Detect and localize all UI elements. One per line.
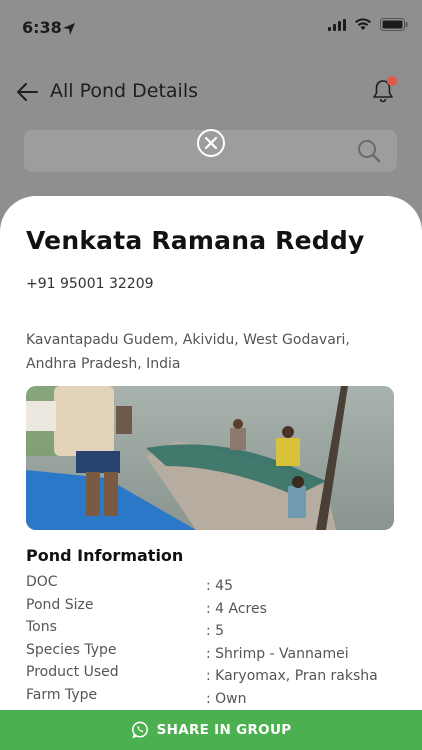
info-value: : Karyomax, Pran raksha — [206, 668, 378, 684]
info-row-species-type: Species Type : Shrimp - Vannamei — [26, 642, 396, 665]
info-label: Species Type — [26, 641, 117, 658]
info-row-pond-size: Pond Size : 4 Acres — [26, 597, 396, 620]
info-label: DOC — [26, 574, 58, 590]
address-line-2: Andhra Pradesh, India — [26, 356, 181, 372]
whatsapp-icon — [131, 721, 148, 739]
search-icon[interactable] — [357, 139, 381, 163]
notification-button[interactable] — [370, 76, 400, 104]
info-label: Pond Size — [26, 596, 94, 613]
owner-phone: +91 95001 32209 — [26, 276, 154, 292]
info-row-doc: DOC : 45 — [26, 574, 396, 597]
pond-details-sheet: Venkata Ramana Reddy +91 95001 32209 Kav… — [0, 196, 422, 750]
pond-info-title: Pond Information — [26, 546, 184, 565]
info-value: : Own — [206, 690, 247, 707]
owner-name: Venkata Ramana Reddy — [26, 226, 365, 255]
battery-icon — [380, 18, 408, 31]
notification-dot — [387, 76, 397, 86]
address-line-1: Kavantapadu Gudem, Akividu, West Godavar… — [26, 332, 350, 348]
wifi-icon — [355, 18, 371, 30]
status-bar: 6:38 — [0, 0, 422, 58]
pond-photo — [26, 386, 394, 530]
signal-icon — [328, 18, 346, 31]
info-value: : 45 — [206, 578, 233, 594]
close-icon[interactable] — [196, 128, 226, 158]
location-arrow-icon — [63, 23, 75, 35]
back-arrow-icon[interactable] — [16, 82, 38, 102]
info-row-farm-type: Farm Type : Own — [26, 687, 396, 710]
info-row-product-used: Product Used : Karyomax, Pran raksha — [26, 664, 396, 687]
share-in-group-button[interactable]: SHARE IN GROUP — [0, 710, 422, 750]
status-time: 6:38 — [22, 18, 62, 37]
info-label: Tons — [26, 619, 57, 635]
info-label: Farm Type — [26, 686, 98, 703]
pond-info-table: DOC : 45 Pond Size : 4 Acres Tons : 5 Sp… — [26, 574, 396, 709]
info-row-tons: Tons : 5 — [26, 619, 396, 642]
page-title: All Pond Details — [50, 80, 199, 102]
owner-address: Kavantapadu Gudem, Akividu, West Godavar… — [26, 328, 386, 376]
status-icons — [328, 18, 408, 31]
info-value: : Shrimp - Vannamei — [206, 645, 349, 662]
info-label: Product Used — [26, 664, 119, 680]
share-label: SHARE IN GROUP — [156, 722, 292, 738]
info-value: : 4 Acres — [206, 600, 267, 617]
info-value: : 5 — [206, 623, 225, 639]
